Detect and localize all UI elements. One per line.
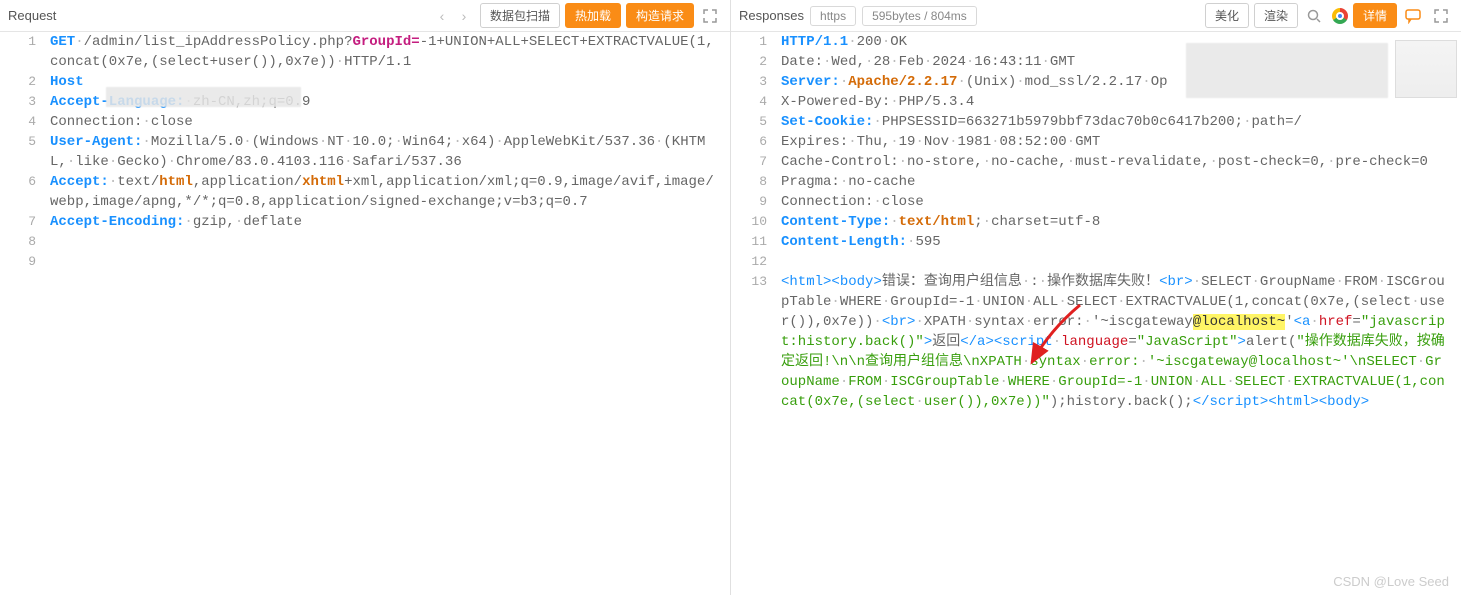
code-line[interactable]: 13<html><body>错误：查询用户组信息·:·操作数据库失败！<br>·… [731, 272, 1461, 412]
line-number: 7 [731, 152, 781, 172]
code-line[interactable]: 5Set-Cookie:·PHPSESSID=663271b5979bbf73d… [731, 112, 1461, 132]
code-line[interactable]: 7Accept-Encoding:·gzip,·deflate [0, 212, 730, 232]
response-viewer[interactable]: 1HTTP/1.1·200·OK2Date:·Wed,·28·Feb·2024·… [731, 32, 1461, 595]
expand-icon[interactable] [698, 4, 722, 28]
response-title: Responses [739, 8, 804, 23]
line-content[interactable]: Accept:·text/html,application/xhtml+xml,… [50, 172, 730, 212]
line-number: 13 [731, 272, 781, 292]
line-content[interactable]: Cache-Control:·no-store,·no-cache,·must-… [781, 152, 1461, 172]
code-line[interactable]: 11Content-Length:·595 [731, 232, 1461, 252]
response-header: Responses https 595bytes / 804ms 美化 渲染 详… [731, 0, 1461, 32]
code-line[interactable]: 8Pragma:·no-cache [731, 172, 1461, 192]
line-number: 4 [0, 112, 50, 132]
line-number: 6 [0, 172, 50, 192]
code-line[interactable]: 6Expires:·Thu,·19·Nov·1981·08:52:00·GMT [731, 132, 1461, 152]
line-number: 11 [731, 232, 781, 252]
line-number: 6 [731, 132, 781, 152]
line-content[interactable]: Set-Cookie:·PHPSESSID=663271b5979bbf73da… [781, 112, 1461, 132]
line-content[interactable]: <html><body>错误：查询用户组信息·:·操作数据库失败！<br>·SE… [781, 272, 1461, 412]
line-number: 7 [0, 212, 50, 232]
scheme-pill[interactable]: https [810, 6, 856, 26]
line-number: 3 [731, 72, 781, 92]
next-icon[interactable]: › [453, 5, 475, 27]
code-line[interactable]: 12 [731, 252, 1461, 272]
line-number: 8 [731, 172, 781, 192]
code-line[interactable]: 7Cache-Control:·no-store,·no-cache,·must… [731, 152, 1461, 172]
code-line[interactable]: 1GET·/admin/list_ipAddressPolicy.php?Gro… [0, 32, 730, 72]
beautify-button[interactable]: 美化 [1205, 3, 1249, 28]
line-number: 9 [0, 252, 50, 272]
minimap[interactable] [1395, 40, 1457, 98]
code-line[interactable]: 9 [0, 252, 730, 272]
line-content[interactable]: GET·/admin/list_ipAddressPolicy.php?Grou… [50, 32, 730, 72]
request-editor[interactable]: 1GET·/admin/list_ipAddressPolicy.php?Gro… [0, 32, 730, 595]
search-icon[interactable] [1302, 4, 1326, 28]
line-number: 5 [731, 112, 781, 132]
code-line[interactable]: 5User-Agent:·Mozilla/5.0·(Windows·NT·10.… [0, 132, 730, 172]
expand-icon[interactable] [1429, 4, 1453, 28]
hotload-button[interactable]: 热加载 [565, 3, 621, 28]
line-content[interactable]: Pragma:·no-cache [781, 172, 1461, 192]
line-number: 2 [731, 52, 781, 72]
render-button[interactable]: 渲染 [1254, 3, 1298, 28]
line-number: 12 [731, 252, 781, 272]
line-content[interactable]: Accept-Encoding:·gzip,·deflate [50, 212, 730, 232]
code-line[interactable]: 9Connection:·close [731, 192, 1461, 212]
request-title: Request [8, 8, 56, 23]
prev-icon[interactable]: ‹ [431, 5, 453, 27]
detail-button[interactable]: 详情 [1353, 3, 1397, 28]
line-content[interactable]: Connection:·close [50, 112, 730, 132]
code-line[interactable]: 6Accept:·text/html,application/xhtml+xml… [0, 172, 730, 212]
line-content[interactable]: Expires:·Thu,·19·Nov·1981·08:52:00·GMT [781, 132, 1461, 152]
meta-pill: 595bytes / 804ms [862, 6, 977, 26]
build-request-button[interactable]: 构造请求 [626, 3, 694, 28]
line-content[interactable]: Content-Type:·text/html;·charset=utf-8 [781, 212, 1461, 232]
line-number: 3 [0, 92, 50, 112]
line-number: 2 [0, 72, 50, 92]
code-line[interactable]: 8 [0, 232, 730, 252]
line-number: 8 [0, 232, 50, 252]
line-number: 10 [731, 212, 781, 232]
line-number: 1 [0, 32, 50, 52]
line-number: 9 [731, 192, 781, 212]
line-content[interactable]: User-Agent:·Mozilla/5.0·(Windows·NT·10.0… [50, 132, 730, 172]
code-line[interactable]: 10Content-Type:·text/html;·charset=utf-8 [731, 212, 1461, 232]
line-content[interactable]: Connection:·close [781, 192, 1461, 212]
request-header: Request ‹ › 数据包扫描 热加载 构造请求 [0, 0, 730, 32]
line-number: 4 [731, 92, 781, 112]
scan-button[interactable]: 数据包扫描 [480, 3, 560, 28]
code-line[interactable]: 4Connection:·close [0, 112, 730, 132]
line-content[interactable]: Content-Length:·595 [781, 232, 1461, 252]
chat-icon[interactable] [1401, 4, 1425, 28]
watermark: CSDN @Love Seed [1333, 574, 1449, 589]
chrome-icon[interactable] [1332, 8, 1348, 24]
line-number: 5 [0, 132, 50, 152]
line-number: 1 [731, 32, 781, 52]
